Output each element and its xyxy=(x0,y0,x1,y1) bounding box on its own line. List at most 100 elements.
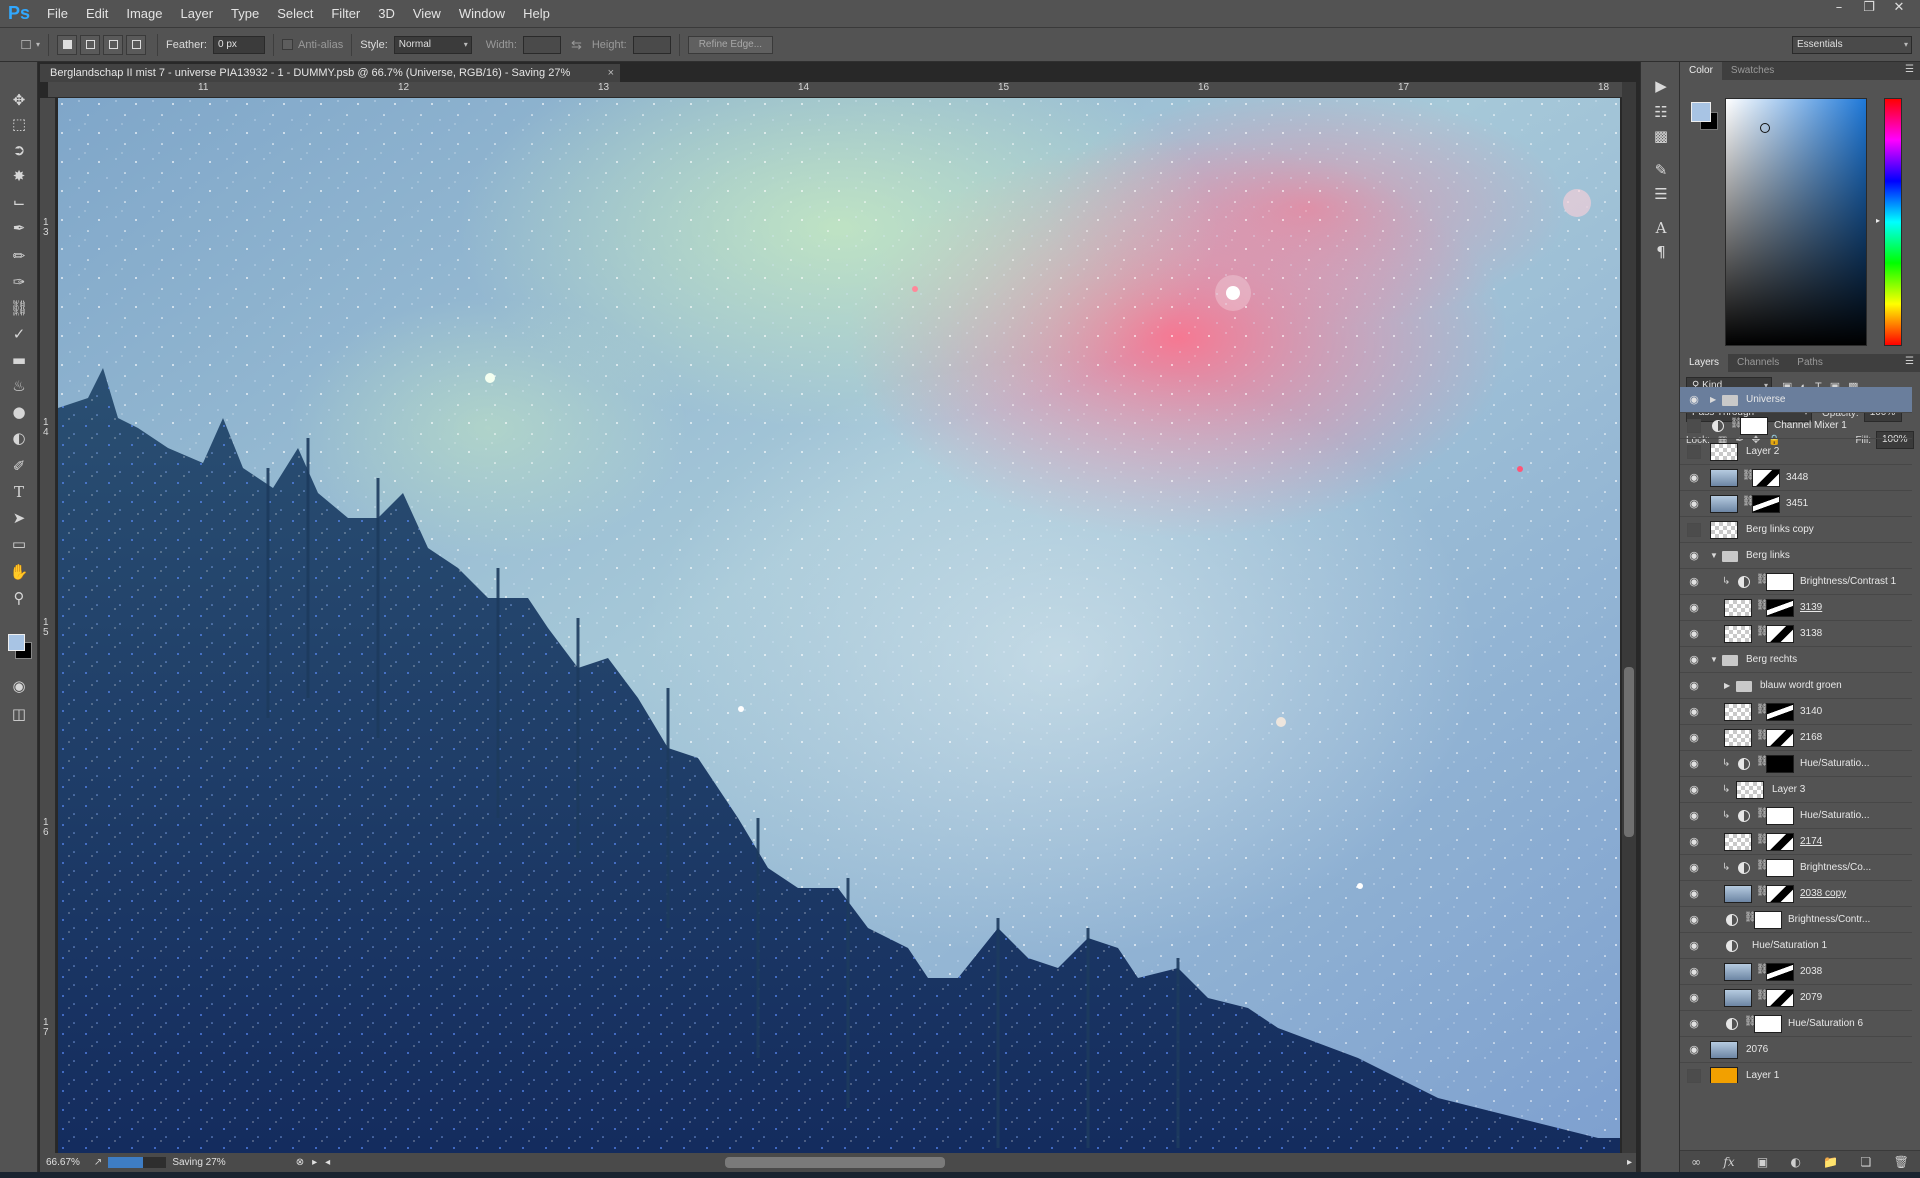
menu-filter[interactable]: Filter xyxy=(322,0,369,28)
expand-toggle-icon[interactable]: ▶ xyxy=(1724,673,1730,699)
width-input[interactable] xyxy=(522,35,561,54)
visibility-eye-icon[interactable]: ◉ xyxy=(1687,965,1701,979)
visibility-eye-icon[interactable]: ◉ xyxy=(1687,627,1701,641)
layer-row[interactable]: ◉ ↳ ⛓ Brightness/Contrast 1 xyxy=(1680,569,1912,595)
layer-mask-thumbnail[interactable] xyxy=(1766,859,1794,877)
layer-mask-thumbnail[interactable] xyxy=(1740,417,1768,435)
eyedropper-icon[interactable]: ✒ xyxy=(7,216,31,240)
layer-mask-thumbnail[interactable] xyxy=(1766,833,1794,851)
layer-mask-thumbnail[interactable] xyxy=(1766,963,1794,981)
expand-toggle-icon[interactable]: ▶ xyxy=(1710,387,1716,413)
type-tool-icon[interactable]: T xyxy=(7,480,31,504)
layer-row[interactable]: ◉ Hue/Saturation 1 xyxy=(1680,933,1912,959)
document-tab[interactable]: Berglandschap II mist 7 - universe PIA13… xyxy=(40,64,620,82)
visibility-eye-icon[interactable]: ◉ xyxy=(1687,861,1701,875)
subtract-selection-icon[interactable] xyxy=(103,34,124,55)
layer-row[interactable]: ◉ ⛓ 3140 xyxy=(1680,699,1912,725)
visibility-eye-icon[interactable]: ◉ xyxy=(1687,1043,1701,1057)
layer-row[interactable]: ⛓ Channel Mixer 1 xyxy=(1680,413,1912,439)
layer-mask-thumbnail[interactable] xyxy=(1766,729,1794,747)
layer-mask-thumbnail[interactable] xyxy=(1754,1015,1782,1033)
visibility-eye-icon[interactable]: ◉ xyxy=(1687,887,1701,901)
chevron-down-icon[interactable]: ▾ xyxy=(36,40,40,49)
zoom-tool-icon[interactable]: ⚲ xyxy=(7,586,31,610)
layer-row[interactable]: ◉ 2076 xyxy=(1680,1037,1912,1063)
layer-thumbnail[interactable] xyxy=(1724,729,1752,747)
menu-window[interactable]: Window xyxy=(450,0,514,28)
layer-mask-thumbnail[interactable] xyxy=(1754,911,1782,929)
pen-tool-icon[interactable]: ✐ xyxy=(7,454,31,478)
dodge-tool-icon[interactable]: ◐ xyxy=(7,426,31,450)
link-layers-icon[interactable]: ∞ xyxy=(1691,1155,1701,1169)
visibility-eye-icon[interactable] xyxy=(1687,1069,1701,1083)
tab-layers[interactable]: Layers xyxy=(1680,354,1729,372)
visibility-eye-icon[interactable]: ◉ xyxy=(1687,783,1701,797)
layer-thumbnail[interactable] xyxy=(1710,1041,1738,1059)
clone-stamp-icon[interactable]: ⛓ xyxy=(7,296,31,320)
visibility-eye-icon[interactable]: ◉ xyxy=(1687,549,1701,563)
height-input[interactable] xyxy=(632,35,671,54)
minimize-icon[interactable]: – xyxy=(1826,0,1852,18)
hue-slider-arrow-icon[interactable]: ▸ xyxy=(1876,216,1880,225)
layer-mask-thumbnail[interactable] xyxy=(1766,989,1794,1007)
hand-tool-icon[interactable]: ✋ xyxy=(7,560,31,584)
history-brush-icon[interactable]: ✓ xyxy=(7,322,31,346)
visibility-eye-icon[interactable]: ◉ xyxy=(1687,991,1701,1005)
foreground-color-swatch[interactable] xyxy=(8,634,25,651)
layer-mask-thumbnail[interactable] xyxy=(1752,495,1780,513)
layer-row[interactable]: ◉ ↳ ⛓ Hue/Saturatio... xyxy=(1680,751,1912,777)
adjustments-icon[interactable]: ☰ xyxy=(1649,182,1673,206)
visibility-eye-icon[interactable]: ◉ xyxy=(1687,705,1701,719)
visibility-eye-icon[interactable]: ◉ xyxy=(1687,1017,1701,1031)
expand-toggle-icon[interactable]: ▼ xyxy=(1710,647,1718,673)
marquee-tool-icon[interactable]: ⬚ xyxy=(7,112,31,136)
layer-row[interactable]: ◉ ⛓ 3451 xyxy=(1680,491,1912,517)
crop-tool-icon[interactable]: ⌙ xyxy=(7,190,31,214)
layer-row[interactable]: ◉ ⛓ 3139 xyxy=(1680,595,1912,621)
paint-bucket-icon[interactable]: ♨ xyxy=(7,374,31,398)
tab-color[interactable]: Color xyxy=(1680,62,1722,80)
layer-mask-thumbnail[interactable] xyxy=(1752,469,1780,487)
layer-thumbnail[interactable] xyxy=(1710,443,1738,461)
blur-tool-icon[interactable]: ● xyxy=(7,400,31,424)
eraser-icon[interactable]: ▬ xyxy=(7,348,31,372)
visibility-eye-icon[interactable]: ◉ xyxy=(1687,731,1701,745)
layer-thumbnail[interactable] xyxy=(1736,781,1764,799)
document-canvas[interactable] xyxy=(58,98,1620,1153)
layer-row[interactable]: ◉ ⛓ 2174 xyxy=(1680,829,1912,855)
lasso-tool-icon[interactable]: ➲ xyxy=(7,138,31,162)
menu-type[interactable]: Type xyxy=(222,0,268,28)
visibility-eye-icon[interactable]: ◉ xyxy=(1687,913,1701,927)
add-selection-icon[interactable] xyxy=(80,34,101,55)
layer-row[interactable]: ◉ ⛓ 2168 xyxy=(1680,725,1912,751)
layer-thumbnail[interactable] xyxy=(1710,495,1738,513)
brush-presets-icon[interactable]: ✎ xyxy=(1649,158,1673,182)
intersect-selection-icon[interactable] xyxy=(126,34,147,55)
menu-image[interactable]: Image xyxy=(117,0,171,28)
visibility-eye-icon[interactable]: ◉ xyxy=(1687,497,1701,511)
zoom-level[interactable]: 66.67% xyxy=(46,1157,80,1168)
layer-mask-thumbnail[interactable] xyxy=(1766,755,1794,773)
visibility-eye-icon[interactable]: ◉ xyxy=(1687,835,1701,849)
layer-row[interactable]: ◉ ▶ blauw wordt groen xyxy=(1680,673,1912,699)
vertical-scrollbar[interactable] xyxy=(1622,82,1636,1153)
visibility-eye-icon[interactable]: ◉ xyxy=(1687,653,1701,667)
layer-row[interactable]: Layer 2 xyxy=(1680,439,1912,465)
visibility-eye-icon[interactable]: ◉ xyxy=(1687,393,1701,407)
panel-menu-icon[interactable]: ☰ xyxy=(1905,64,1914,75)
close-icon[interactable]: ✕ xyxy=(1886,0,1912,18)
tab-channels[interactable]: Channels xyxy=(1728,354,1788,372)
layer-row[interactable]: ◉ ⛓ 2079 xyxy=(1680,985,1912,1011)
layer-thumbnail[interactable] xyxy=(1724,885,1752,903)
menu-help[interactable]: Help xyxy=(514,0,559,28)
horizontal-scroll-thumb[interactable] xyxy=(725,1157,945,1168)
marquee-tool-preset-icon[interactable]: □ xyxy=(14,33,38,57)
layer-row[interactable]: ◉ ↳ ⛓ Hue/Saturatio... xyxy=(1680,803,1912,829)
cancel-save-icon[interactable]: ⊗ xyxy=(296,1157,304,1168)
delete-layer-icon[interactable]: 🗑 xyxy=(1894,1155,1909,1169)
layer-row[interactable]: ◉ ▶ Universe xyxy=(1680,387,1912,413)
layer-row[interactable]: ◉ ▼ Berg rechts xyxy=(1680,647,1912,673)
move-tool-icon[interactable]: ✥ xyxy=(7,88,31,112)
color-picker-field[interactable] xyxy=(1725,98,1867,346)
layer-thumbnail[interactable] xyxy=(1724,989,1752,1007)
